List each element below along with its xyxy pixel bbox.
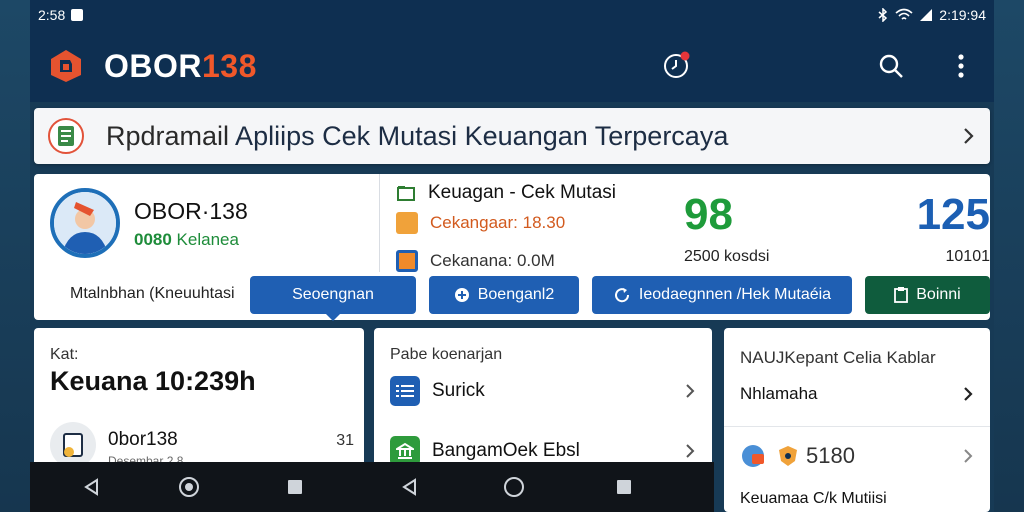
device-frame-left	[0, 0, 30, 512]
more-vertical-icon[interactable]	[946, 51, 976, 81]
stat-primary: 98	[684, 190, 733, 239]
status-bar: 2:58 2:19:94	[30, 0, 994, 30]
stat-secondary-sub: 10101	[945, 248, 991, 265]
chevron-right-icon	[964, 128, 974, 144]
back-icon[interactable]	[398, 475, 422, 499]
shield-badge-icon	[779, 446, 797, 466]
balance-value: Keuana 10:239h	[50, 366, 256, 396]
tab-seoengnan[interactable]: Seoengnan	[250, 276, 416, 321]
list-icon	[390, 376, 420, 406]
status-time: 2:58	[38, 7, 66, 23]
chevron-right-icon	[686, 444, 695, 458]
status-clock: 2:19:94	[939, 7, 986, 23]
divider	[379, 174, 380, 272]
plus-circle-icon	[454, 288, 469, 302]
tab-cek-mutasi[interactable]: Ieodaegnnen /Hek Mutaéia	[592, 276, 852, 314]
wifi-icon	[895, 8, 913, 20]
side-card: NAUJKepant Celia Kablar Nhlamaha 5180 Ke…	[724, 328, 990, 512]
tab-mutasi[interactable]: Mtalnbhan (Kneuuhtasi	[44, 276, 261, 312]
home-icon[interactable]	[177, 475, 201, 499]
search-icon[interactable]	[876, 51, 906, 81]
calculator-icon	[396, 212, 418, 234]
logo-icon	[48, 48, 84, 84]
notification-icon	[71, 9, 84, 21]
refresh-icon	[614, 288, 629, 303]
chevron-right-icon	[964, 449, 973, 463]
signal-icon	[920, 9, 933, 21]
device-frame-right	[994, 0, 1024, 512]
account-name: 0bor138	[108, 429, 178, 450]
clipboard-icon	[894, 287, 909, 303]
list-item-surick[interactable]: Surick	[390, 374, 696, 408]
keuangan-line-2: Cekanana: 0.0M	[396, 250, 555, 272]
bluetooth-icon	[878, 8, 888, 22]
account-count: 31	[336, 432, 354, 449]
stat-secondary: 125	[916, 190, 990, 239]
back-icon[interactable]	[80, 475, 104, 499]
profile-name: OBOR·138	[134, 198, 248, 224]
tab-boenganl2[interactable]: Boenganl2	[429, 276, 579, 314]
keuangan-title-row: Keuagan - Cek Mutasi	[396, 182, 616, 204]
divider	[724, 426, 990, 427]
stat-row[interactable]: 5180	[740, 442, 974, 470]
app-bar: OBOR138	[30, 30, 994, 102]
folder-icon	[397, 186, 415, 201]
app-title: OBOR138	[104, 47, 257, 84]
keuangan-line-1: Cekangaar: 18.30	[396, 212, 565, 234]
promo-banner[interactable]: Rpdramail Apliips Cek Mutasi Keuangan Te…	[34, 108, 990, 164]
profile-badge: 0080 Kelanea	[134, 230, 239, 249]
stat-primary-sub: 2500 kosdsi	[684, 248, 770, 265]
document-icon	[48, 118, 84, 154]
list-item-nhlamaha[interactable]: Nhlamaha	[740, 384, 974, 404]
action-tabs: Mtalnbhan (Kneuuhtasi Seoengnan Boenganl…	[34, 276, 990, 321]
home-icon[interactable]	[502, 475, 526, 499]
tab-boinni[interactable]: Boinni	[865, 276, 990, 314]
chevron-right-icon	[964, 387, 973, 401]
system-nav-bar	[30, 462, 714, 512]
chat-icon	[742, 445, 764, 467]
side-card-footer: Keuamaa C/k Mutiisi	[740, 490, 887, 507]
banner-text: Rpdramail Apliips Cek Mutasi Keuangan Te…	[106, 120, 729, 151]
chevron-right-icon	[686, 384, 695, 398]
alarm-icon[interactable]	[662, 50, 692, 80]
recents-icon[interactable]	[612, 475, 636, 499]
recents-icon[interactable]	[283, 475, 307, 499]
wallet-icon	[396, 250, 418, 272]
avatar	[50, 188, 120, 258]
